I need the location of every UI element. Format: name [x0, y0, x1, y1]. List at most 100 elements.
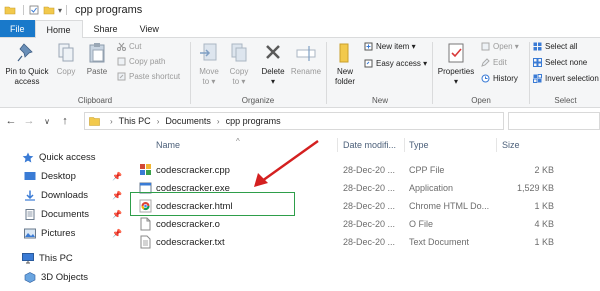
properties-button[interactable]: Properties ▾: [434, 41, 478, 87]
nav-documents[interactable]: Documents: [24, 209, 89, 220]
pin-icon[interactable]: 📌: [112, 191, 122, 200]
title-separator: [23, 5, 24, 15]
annotation-arrow-icon: [254, 140, 319, 187]
file-size: 2 KB: [534, 165, 554, 175]
column-divider[interactable]: [404, 138, 405, 152]
easy-access-label: Easy access ▾: [376, 59, 428, 68]
address-bar[interactable]: › This PC › Documents › cpp programs: [84, 112, 504, 130]
pin-icon[interactable]: 📌: [112, 229, 122, 238]
pin-icon[interactable]: 📌: [112, 172, 122, 181]
quick-access-new-folder-icon[interactable]: [43, 4, 55, 16]
copy-to-icon: [231, 43, 247, 62]
nav-desktop[interactable]: Desktop: [24, 171, 76, 182]
file-date: 28-Dec-20 ...: [343, 237, 396, 247]
select-all-button[interactable]: Select all: [533, 42, 577, 51]
nav-quick-access[interactable]: Quick access: [22, 152, 96, 163]
back-arrow-icon[interactable]: ←: [4, 115, 18, 127]
o-file-icon: [139, 217, 152, 231]
window-title: cpp programs: [75, 4, 143, 16]
breadcrumb-separator[interactable]: ›: [110, 117, 113, 126]
file-type: CPP File: [409, 165, 445, 175]
delete-button[interactable]: Delete ▾: [258, 41, 288, 87]
cut-label: Cut: [129, 42, 142, 51]
new-item-label: New item ▾: [376, 42, 416, 51]
column-header-date[interactable]: Date modifi...: [343, 140, 396, 150]
search-input[interactable]: [508, 112, 600, 130]
up-arrow-icon[interactable]: ↑: [58, 115, 72, 127]
rename-icon: [296, 46, 316, 61]
new-folder-button[interactable]: New folder: [330, 41, 360, 87]
properties-label-2: ▾: [453, 77, 458, 86]
file-row[interactable]: codescracker.txt 28-Dec-20 ... Text Docu…: [134, 233, 600, 251]
copy-button[interactable]: Copy: [52, 41, 80, 77]
move-to-icon: [200, 43, 217, 61]
recent-locations-chevron-icon[interactable]: ∨: [40, 117, 54, 126]
file-date: 28-Dec-20 ...: [343, 183, 396, 193]
pin-icon[interactable]: 📌: [112, 210, 122, 219]
rename-button[interactable]: Rename: [290, 41, 322, 77]
nav-downloads[interactable]: Downloads: [24, 190, 88, 201]
new-item-button[interactable]: New item ▾: [364, 42, 416, 51]
new-group: New folder New item ▾ Easy access ▾ New: [328, 38, 432, 108]
nav-this-pc[interactable]: This PC: [22, 253, 73, 264]
select-group-label: Select: [554, 96, 577, 105]
file-row[interactable]: codescracker.cpp 28-Dec-20 ... CPP File …: [134, 161, 600, 179]
copy-to-label-2: to ▾: [232, 77, 246, 86]
cpp-file-icon: [139, 163, 152, 177]
column-divider[interactable]: [337, 138, 338, 152]
tab-file[interactable]: File: [0, 20, 35, 37]
paste-shortcut-icon: [117, 72, 126, 81]
tab-home[interactable]: Home: [34, 20, 83, 38]
tab-share[interactable]: Share: [83, 20, 129, 37]
organize-group: Move to ▾ Copy to ▾ Delete ▾ Rename Orga…: [192, 38, 324, 108]
cut-button[interactable]: Cut: [117, 42, 141, 51]
nav-this-pc-label: This PC: [39, 253, 73, 264]
documents-icon: [24, 209, 36, 220]
file-name: codescracker.o: [156, 219, 220, 230]
breadcrumb-separator[interactable]: ›: [157, 117, 160, 126]
select-none-button[interactable]: Select none: [533, 58, 587, 67]
nav-downloads-label: Downloads: [41, 190, 88, 201]
history-button[interactable]: History: [481, 74, 518, 83]
pin-to-quick-access-button[interactable]: Pin to Quick access: [2, 41, 52, 87]
download-arrow-icon: [24, 190, 36, 201]
breadcrumb-cpp-programs[interactable]: cpp programs: [226, 116, 281, 126]
select-none-label: Select none: [545, 58, 588, 67]
file-size: 1,529 KB: [516, 183, 554, 193]
breadcrumb-documents[interactable]: Documents: [165, 116, 211, 126]
move-to-button[interactable]: Move to ▾: [194, 41, 224, 87]
select-group: Select all Select none Invert selection …: [531, 38, 600, 108]
file-type: O File: [409, 219, 434, 229]
copy-path-button[interactable]: Copy path: [117, 57, 165, 66]
column-header-name[interactable]: Name: [156, 140, 180, 150]
pin-label: Pin to Quick: [5, 67, 49, 76]
column-header-type[interactable]: Type: [409, 140, 429, 150]
breadcrumb-this-pc[interactable]: This PC: [119, 116, 151, 126]
paste-shortcut-button[interactable]: Paste shortcut: [117, 72, 180, 81]
organize-group-label: Organize: [241, 96, 275, 105]
column-header-size[interactable]: Size: [502, 140, 520, 150]
title-separator: [66, 5, 68, 15]
breadcrumb-separator[interactable]: ›: [217, 117, 220, 126]
open-label: Open ▾: [493, 42, 519, 51]
tab-view[interactable]: View: [129, 20, 170, 37]
paste-button[interactable]: Paste: [82, 41, 112, 77]
paste-icon: [89, 43, 105, 63]
highlight-box: [130, 192, 295, 216]
nav-pictures[interactable]: Pictures: [24, 228, 75, 239]
nav-3d-objects[interactable]: 3D Objects: [24, 272, 88, 283]
open-button[interactable]: Open ▾: [481, 42, 519, 51]
copy-to-button[interactable]: Copy to ▾: [224, 41, 254, 87]
forward-arrow-icon[interactable]: →: [22, 115, 36, 127]
paste-shortcut-label: Paste shortcut: [129, 72, 181, 81]
column-divider[interactable]: [496, 138, 497, 152]
nav-documents-label: Documents: [41, 209, 90, 220]
customize-toolbar-icon[interactable]: ▾: [58, 6, 62, 15]
easy-access-button[interactable]: Easy access ▾: [364, 59, 427, 68]
edit-button[interactable]: Edit: [481, 58, 507, 67]
nav-pictures-label: Pictures: [41, 228, 76, 239]
quick-access-properties-icon[interactable]: [28, 4, 40, 16]
invert-selection-button[interactable]: Invert selection: [533, 74, 599, 83]
file-row[interactable]: codescracker.o 28-Dec-20 ... O File 4 KB: [134, 215, 600, 233]
computer-icon: [22, 253, 34, 264]
